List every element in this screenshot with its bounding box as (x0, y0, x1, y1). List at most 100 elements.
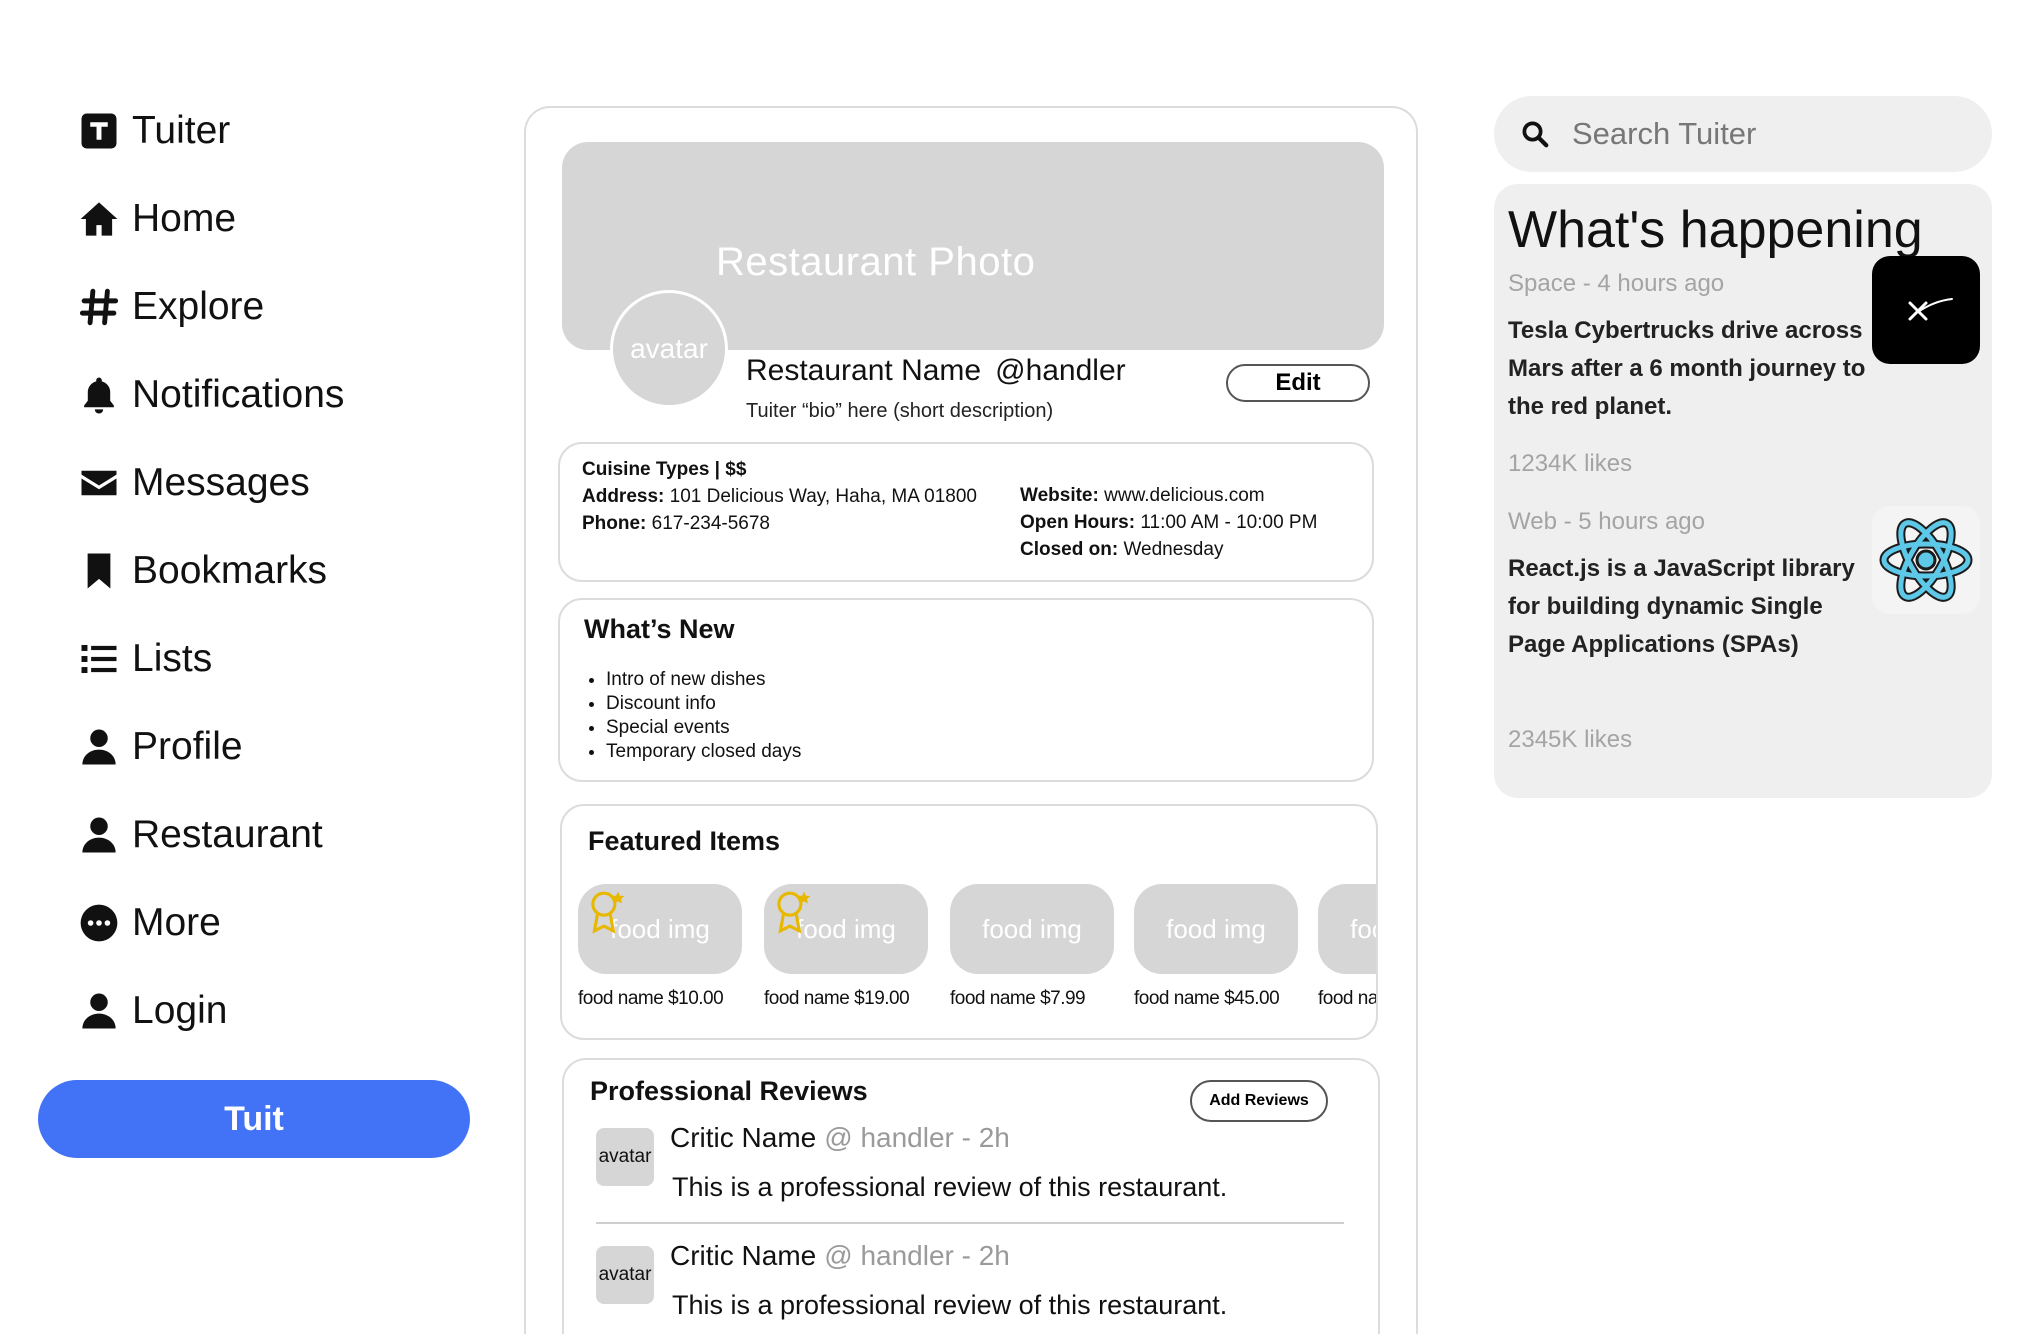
info-right-column: Website: www.delicious.com Open Hours: 1… (1020, 482, 1370, 563)
cuisine-types: Cuisine Types | $$ (582, 459, 747, 480)
whats-new-title: What’s New (584, 614, 735, 644)
trend-text: React.js is a JavaScript library for bui… (1508, 555, 1855, 658)
sidebar-item-profile[interactable]: Profile (76, 715, 243, 779)
reviews-title: Professional Reviews (590, 1076, 868, 1106)
restaurant-name-line: Restaurant Name @handler (746, 354, 1126, 388)
sidebar-item-label: Bookmarks (132, 549, 328, 592)
whats-new-list: Intro of new dishes Discount info Specia… (606, 668, 801, 764)
food-image: food img (578, 884, 742, 974)
envelope-icon (76, 460, 122, 506)
featured-items-card: Featured Items food img food name $10.00… (560, 804, 1378, 1040)
trend-item[interactable]: Space - 4 hours ago Tesla Cybertrucks dr… (1508, 256, 1980, 510)
website-line: Website: www.delicious.com (1020, 485, 1265, 506)
trend-likes: 2345K likes (1508, 726, 1633, 753)
sidebar-item-messages[interactable]: Messages (76, 451, 310, 515)
sidebar-item-label: Login (132, 989, 228, 1032)
sidebar-item-label: Notifications (132, 373, 345, 416)
featured-food-item[interactable]: food img food name $45.00 (1134, 884, 1302, 1010)
open-hours-line: Open Hours: 11:00 AM - 10:00 PM (1020, 512, 1318, 533)
restaurant-bio: Tuiter “bio” here (short description) (746, 400, 1054, 422)
user-icon (76, 812, 122, 858)
sidebar-item-notifications[interactable]: Notifications (76, 363, 344, 427)
food-name-price: food name $45.00 (1134, 988, 1280, 1009)
food-image: food img (1134, 884, 1298, 974)
critic-handle-time: @ handler - 2h (824, 1240, 1010, 1271)
tuit-button[interactable]: Tuit (38, 1080, 470, 1158)
review-text: This is a professional review of this re… (672, 1290, 1228, 1320)
divider (596, 1222, 1344, 1224)
edit-profile-button[interactable]: Edit (1226, 364, 1370, 402)
trend-item[interactable]: Web - 5 hours ago React.js is a JavaScri… (1508, 506, 1980, 798)
trend-likes: 1234K likes (1508, 450, 1633, 477)
food-name-price: food name (1318, 988, 1378, 1009)
whats-happening-title: What's happening (1508, 201, 1923, 259)
professional-reviews-card: Professional Reviews Add Reviews avatar … (562, 1058, 1380, 1334)
closed-on-line: Closed on: Wednesday (1020, 539, 1224, 560)
sidebar-item-label: More (132, 901, 221, 944)
trend-text: Tesla Cybertrucks drive across Mars afte… (1508, 317, 1866, 420)
phone-line: Phone: 617-234-5678 (582, 513, 770, 534)
award-badge-icon (777, 891, 811, 934)
critic-avatar[interactable]: avatar (596, 1246, 654, 1304)
spacex-logo-icon (1872, 256, 1980, 364)
search-icon (1522, 121, 1549, 148)
user-icon (76, 724, 122, 770)
nav-brand-tuiter[interactable]: Tuiter (76, 99, 230, 163)
review-text: This is a professional review of this re… (672, 1172, 1228, 1202)
featured-food-item[interactable]: food img food name $19.00 (764, 884, 932, 1010)
critic-avatar[interactable]: avatar (596, 1128, 654, 1186)
featured-food-item[interactable]: food img food name (1318, 884, 1378, 1010)
whats-happening-panel: What's happening Space - 4 hours ago Tes… (1494, 184, 1992, 798)
search-bar[interactable] (1494, 96, 1992, 172)
restaurant-name: Restaurant Name (746, 354, 982, 387)
sidebar-item-explore[interactable]: Explore (76, 275, 264, 339)
list-item: Special events (606, 716, 801, 740)
restaurant-info-card: Cuisine Types | $$ Address: 101 Deliciou… (558, 442, 1374, 582)
food-image: food img (764, 884, 928, 974)
review-item: avatar Critic Name @ handler - 2h This is… (596, 1122, 1344, 1238)
restaurant-profile-panel: Restaurant Photo avatar Restaurant Name @… (524, 106, 1418, 1334)
award-badge-icon (591, 891, 625, 934)
sidebar-item-bookmarks[interactable]: Bookmarks (76, 539, 327, 603)
left-sidebar: Tuiter Home Explore Notifications Messag… (0, 0, 520, 1334)
info-left-column: Cuisine Types | $$ Address: 101 Deliciou… (582, 456, 982, 537)
user-icon (76, 988, 122, 1034)
website-link[interactable]: www.delicious.com (1104, 485, 1265, 506)
sidebar-item-more[interactable]: More (76, 891, 221, 955)
sidebar-item-label: Lists (132, 637, 213, 680)
search-input[interactable] (1572, 116, 1972, 152)
list-item: Temporary closed days (606, 740, 801, 764)
food-name-price: food name $19.00 (764, 988, 910, 1009)
list-item: Discount info (606, 692, 801, 716)
sidebar-item-label: Restaurant (132, 813, 323, 856)
bookmark-icon (76, 548, 122, 594)
sidebar-item-label: Messages (132, 461, 310, 504)
whats-new-card: What’s New Intro of new dishes Discount … (558, 598, 1374, 782)
critic-name[interactable]: Critic Name (670, 1122, 816, 1153)
add-reviews-button[interactable]: Add Reviews (1190, 1080, 1328, 1122)
more-circle-icon (76, 900, 122, 946)
restaurant-avatar[interactable]: avatar (610, 290, 728, 408)
sidebar-item-restaurant[interactable]: Restaurant (76, 803, 323, 867)
restaurant-handle: @handler (995, 354, 1126, 387)
critic-name[interactable]: Critic Name (670, 1240, 816, 1271)
hashtag-icon (76, 284, 122, 330)
nav-brand-label: Tuiter (132, 109, 231, 152)
address-line: Address: 101 Delicious Way, Haha, MA 018… (582, 486, 977, 507)
sidebar-item-label: Explore (132, 285, 265, 328)
react-logo-icon (1872, 506, 1980, 614)
sidebar-item-label: Profile (132, 725, 243, 768)
banner-placeholder-text: Restaurant Photo (716, 240, 1036, 284)
home-icon (76, 196, 122, 242)
sidebar-item-lists[interactable]: Lists (76, 627, 212, 691)
sidebar-item-login[interactable]: Login (76, 979, 227, 1043)
featured-food-item[interactable]: food img food name $7.99 (950, 884, 1118, 1010)
review-header: Critic Name @ handler - 2h (670, 1240, 1010, 1272)
sidebar-item-home[interactable]: Home (76, 187, 236, 251)
tuiter-logo-icon (76, 108, 122, 154)
list-icon (76, 636, 122, 682)
featured-food-item[interactable]: food img food name $10.00 (578, 884, 746, 1010)
sidebar-item-label: Home (132, 197, 237, 240)
food-name-price: food name $10.00 (578, 988, 724, 1009)
food-name-price: food name $7.99 (950, 988, 1086, 1009)
